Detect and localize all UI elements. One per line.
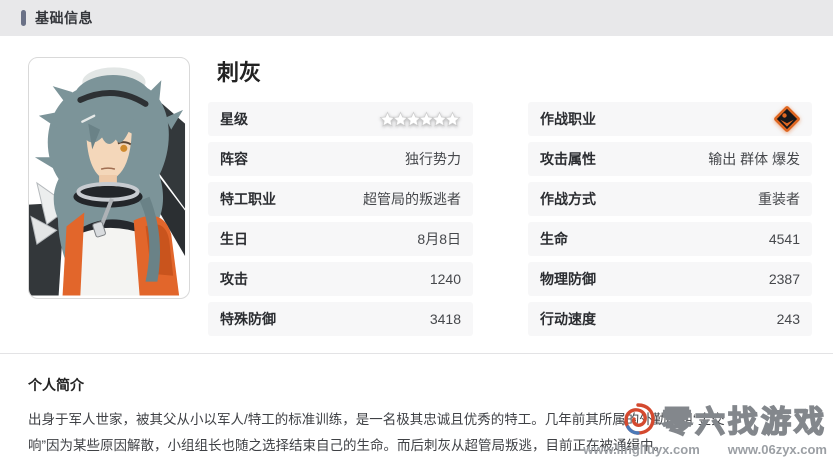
stat-value: 2387 [769,271,800,287]
stat-label: 行动速度 [540,309,596,329]
stat-label: 作战职业 [540,109,596,129]
stat-value: 独行势力 [405,149,461,169]
stat-label: 攻击属性 [540,149,596,169]
stat-label: 阵容 [220,149,248,169]
stat-row-speed: 行动速度 243 [528,302,812,336]
profile-text: 出身于军人世家，被其父从小以军人/特工的标准训练，是一名极其忠诚且优秀的特工。几… [28,407,736,459]
stat-value: 重装者 [758,189,800,209]
stat-label: 物理防御 [540,269,596,289]
stat-label: 生命 [540,229,568,249]
header-accent-bar [21,10,26,26]
stat-value: 243 [777,311,800,327]
section-title: 基础信息 [35,8,93,28]
stat-row-combat-class: 作战职业 [528,102,812,136]
character-portrait [28,57,190,299]
stat-row-agent-class: 特工职业 超管局的叛逃者 [208,182,473,216]
stat-value: 3418 [430,311,461,327]
section-header: 基础信息 [0,0,833,36]
stat-label: 生日 [220,229,248,249]
stat-row-physical-defense: 物理防御 2387 [528,262,812,296]
stat-row-birthday: 生日 8月8日 [208,222,473,256]
stat-label: 特工职业 [220,189,276,209]
stat-row-star-rating: 星级 [208,102,473,136]
stat-row-special-defense: 特殊防御 3418 [208,302,473,336]
star-rating [383,111,461,128]
stat-row-faction: 阵容 独行势力 [208,142,473,176]
stat-row-combat-style: 作战方式 重装者 [528,182,812,216]
basic-info-panel: 刺灰 星级 阵容 独行势力 特工职业 超管局的叛逃者 生日 8月8日 攻击 [0,36,833,342]
stat-value: 1240 [430,271,461,287]
stat-label: 作战方式 [540,189,596,209]
stat-value: 4541 [769,231,800,247]
stats-column-right: 作战职业 攻击属性 输出 群体 爆发 作战方式 重装者 生命 4541 物理防御… [528,57,812,342]
column-spacer [528,57,812,102]
stat-value: 输出 群体 爆发 [708,149,800,169]
stat-label: 星级 [220,109,248,129]
combat-class-guard-icon [774,106,800,132]
stat-row-attack-attribute: 攻击属性 输出 群体 爆发 [528,142,812,176]
stat-label: 攻击 [220,269,248,289]
stat-label: 特殊防御 [220,309,276,329]
stat-row-attack: 攻击 1240 [208,262,473,296]
star-icon [444,111,461,128]
character-name: 刺灰 [208,57,473,102]
stat-row-hp: 生命 4541 [528,222,812,256]
stats-column-left: 刺灰 星级 阵容 独行势力 特工职业 超管局的叛逃者 生日 8月8日 攻击 [208,57,473,342]
profile-heading: 个人简介 [28,375,805,395]
profile-section: 个人简介 出身于军人世家，被其父从小以军人/特工的标准训练，是一名极其忠诚且优秀… [0,354,833,459]
character-portrait-art [29,58,187,296]
stat-value: 8月8日 [417,229,461,249]
stat-value: 超管局的叛逃者 [363,189,461,209]
